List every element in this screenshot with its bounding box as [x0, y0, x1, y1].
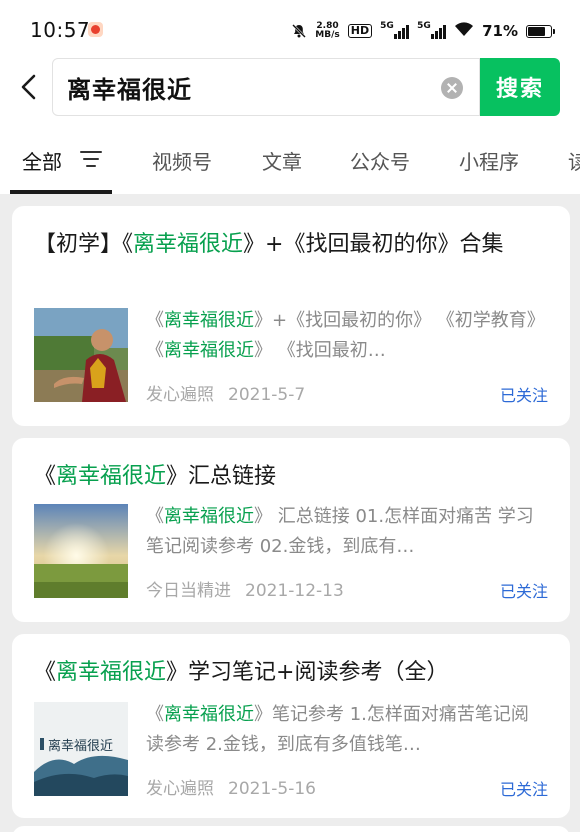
battery-percent: 71%	[482, 22, 518, 40]
tab-more[interactable]: 读	[568, 146, 580, 175]
search-box	[52, 58, 480, 116]
hd-icon: HD	[347, 24, 373, 38]
result-thumbnail: 离幸福很近	[34, 702, 128, 796]
result-meta: 今日当精进 2021-12-13	[146, 576, 344, 601]
network-speed: 2.80 MB/s	[315, 22, 339, 40]
back-button[interactable]	[14, 70, 44, 104]
tab-articles[interactable]: 文章	[262, 146, 302, 175]
mute-icon	[291, 23, 307, 39]
tab-channels[interactable]: 视频号	[152, 146, 212, 175]
title-text: 》学习笔记+阅读参考（全）	[166, 660, 449, 685]
result-meta: 发心遍照 2021-5-16	[146, 774, 316, 799]
title-highlight: 离幸福很近	[56, 660, 167, 685]
title-text: 《	[34, 660, 57, 685]
desc-highlight: 离幸福很近	[164, 704, 254, 725]
desc-text: 《	[146, 506, 164, 527]
desc-text: 》 《找回最初…	[254, 340, 386, 361]
tab-official-accounts[interactable]: 公众号	[350, 146, 410, 175]
status-bar: 10:57 2.80 MB/s HD 5G 5G 71%	[0, 0, 580, 58]
next-result-card-peek	[12, 826, 570, 832]
follow-status-button[interactable]: 已关注	[500, 382, 548, 406]
result-card[interactable]: 【初学】《离幸福很近》+《找回最初的你》合集 《离幸福很近》+《找回最初的你》 …	[12, 206, 570, 426]
result-source: 发心遍照	[146, 779, 214, 799]
notification-app-icon	[88, 22, 103, 37]
title-text: 《	[34, 464, 57, 489]
network-speed-unit: MB/s	[315, 30, 340, 40]
back-arrow-icon	[21, 74, 36, 100]
search-bar: 搜索	[0, 58, 580, 122]
desc-highlight: 离幸福很近	[164, 340, 254, 361]
sim1-label: 5G	[380, 21, 394, 31]
desc-highlight: 离幸福很近	[164, 310, 254, 331]
title-text: 》+《找回最初的你》合集	[243, 232, 504, 257]
signal-sim1-icon: 5G	[380, 21, 410, 39]
result-card[interactable]: 《离幸福很近》学习笔记+阅读参考（全） 离幸福很近 《离幸福很近》笔记参考 1.…	[12, 634, 570, 818]
result-source: 今日当精进	[146, 581, 231, 601]
sim2-label: 5G	[417, 21, 431, 31]
result-card[interactable]: 《离幸福很近》汇总链接 《离幸福很近》 汇总链接 01.怎样面对痛苦 学习笔记阅…	[12, 438, 570, 622]
signal-sim2-icon: 5G	[417, 21, 447, 39]
title-highlight: 离幸福很近	[56, 464, 167, 489]
result-title[interactable]: 《离幸福很近》汇总链接	[34, 460, 544, 494]
desc-text: 《	[146, 310, 164, 331]
result-thumbnail	[34, 504, 128, 598]
result-date: 2021-5-7	[228, 385, 306, 405]
result-title[interactable]: 【初学】《离幸福很近》+《找回最初的你》合集	[34, 228, 544, 262]
thumbnail-caption: 离幸福很近	[48, 738, 113, 754]
search-input[interactable]	[67, 70, 427, 104]
result-thumbnail	[34, 308, 128, 402]
result-tabs: 全部 视频号 文章 公众号 小程序 读	[0, 122, 580, 194]
search-button[interactable]: 搜索	[480, 58, 560, 116]
title-text: 【初学】《	[34, 232, 134, 257]
result-description: 《离幸福很近》 汇总链接 01.怎样面对痛苦 学习笔记阅读参考 02.金钱，到底…	[146, 502, 546, 562]
wifi-icon	[454, 21, 474, 41]
status-time: 10:57	[30, 18, 91, 42]
result-description: 《离幸福很近》笔记参考 1.怎样面对痛苦笔记阅读参考 2.金钱，到底有多值钱笔…	[146, 700, 546, 760]
result-date: 2021-5-16	[228, 779, 316, 799]
tab-mini-programs[interactable]: 小程序	[459, 146, 519, 175]
desc-text: 《	[146, 704, 164, 725]
clear-icon[interactable]	[441, 77, 463, 99]
result-title[interactable]: 《离幸福很近》学习笔记+阅读参考（全）	[34, 656, 544, 690]
result-meta: 发心遍照 2021-5-7	[146, 380, 305, 405]
desc-highlight: 离幸福很近	[164, 506, 254, 527]
follow-status-button[interactable]: 已关注	[500, 776, 548, 800]
result-description: 《离幸福很近》+《找回最初的你》 《初学教育》 《离幸福很近》 《找回最初…	[146, 306, 546, 366]
title-text: 》汇总链接	[166, 464, 277, 489]
tab-all[interactable]: 全部	[22, 146, 62, 175]
result-date: 2021-12-13	[245, 581, 344, 601]
battery-icon	[526, 24, 555, 38]
follow-status-button[interactable]: 已关注	[500, 578, 548, 602]
result-source: 发心遍照	[146, 385, 214, 405]
filter-icon[interactable]	[80, 151, 102, 167]
status-icons: 2.80 MB/s HD 5G 5G 71%	[291, 20, 555, 42]
active-tab-indicator	[10, 190, 112, 194]
title-highlight: 离幸福很近	[133, 232, 244, 257]
